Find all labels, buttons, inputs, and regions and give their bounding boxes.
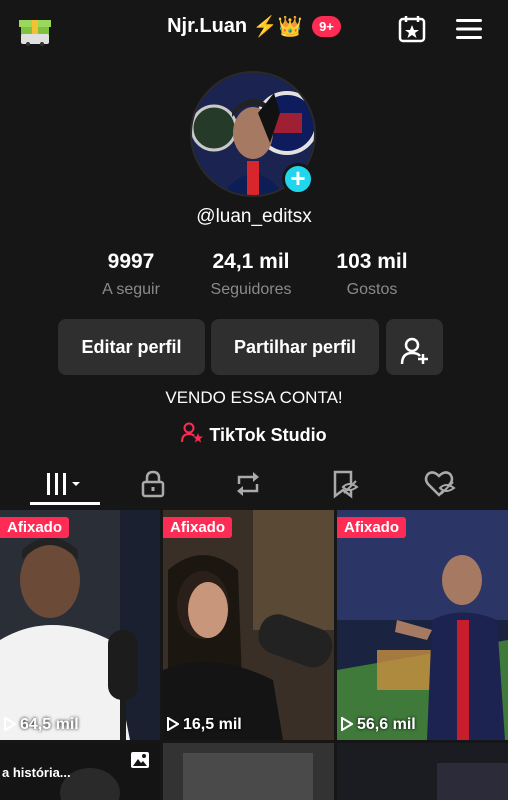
studio-person-icon bbox=[181, 422, 204, 443]
video-thumbnail-image bbox=[337, 743, 508, 800]
view-count-value: 16,5 mil bbox=[183, 716, 242, 733]
profile-avatar-container[interactable]: + bbox=[190, 71, 316, 197]
stat-followers-value: 24,1 mil bbox=[212, 250, 290, 273]
profile-title[interactable]: Njr.Luan ⚡👑 9+ bbox=[0, 14, 508, 39]
stat-likes[interactable]: 103 mil Gostos bbox=[326, 250, 418, 299]
stat-followers-label: Seguidores bbox=[210, 281, 292, 298]
tab-liked[interactable] bbox=[420, 468, 460, 500]
calendar-star-icon[interactable] bbox=[397, 14, 427, 44]
add-story-plus-button[interactable]: + bbox=[282, 163, 314, 195]
tab-favorites[interactable] bbox=[324, 468, 364, 500]
video-thumbnail[interactable] bbox=[337, 743, 508, 800]
video-caption: a história... bbox=[2, 765, 71, 780]
photo-icon bbox=[130, 751, 150, 774]
stat-following[interactable]: 9997 A seguir bbox=[90, 250, 172, 299]
stat-following-label: A seguir bbox=[102, 281, 160, 298]
view-count-value: 56,6 mil bbox=[357, 716, 416, 733]
lock-icon bbox=[141, 470, 165, 498]
view-count-value: 64,5 mil bbox=[20, 716, 79, 733]
view-count: 56,6 mil bbox=[341, 716, 416, 734]
edit-profile-button[interactable]: Editar perfil bbox=[58, 319, 205, 375]
heart-hidden-icon bbox=[424, 471, 456, 497]
bookmark-hidden-icon bbox=[333, 470, 359, 499]
profile-handle: @luan_editsx bbox=[196, 206, 312, 227]
video-grid: Afixado 64,5 mil Afixado 16,5 mil Afixad… bbox=[0, 510, 508, 800]
notification-badge[interactable]: 9+ bbox=[312, 16, 341, 37]
profile-tabs bbox=[0, 462, 508, 506]
stat-followers[interactable]: 24,1 mil Seguidores bbox=[200, 250, 302, 299]
video-thumbnail[interactable]: Afixado 56,6 mil bbox=[337, 510, 508, 740]
view-count: 64,5 mil bbox=[4, 716, 79, 734]
tiktok-studio-link[interactable]: TikTok Studio bbox=[0, 422, 508, 446]
video-thumbnail-image bbox=[337, 510, 508, 740]
tab-videos[interactable] bbox=[44, 468, 84, 500]
tab-private[interactable] bbox=[133, 468, 173, 500]
video-thumbnail-image bbox=[163, 743, 334, 800]
stat-likes-label: Gostos bbox=[346, 281, 398, 298]
video-thumbnail[interactable] bbox=[163, 743, 334, 800]
top-bar: Njr.Luan ⚡👑 9+ bbox=[0, 0, 508, 58]
play-icon bbox=[4, 716, 17, 732]
play-icon bbox=[341, 716, 354, 732]
tiktok-studio-label: TikTok Studio bbox=[209, 425, 327, 445]
repost-icon bbox=[237, 472, 259, 496]
pinned-badge: Afixado bbox=[337, 517, 407, 538]
video-thumbnail[interactable]: Afixado 64,5 mil bbox=[0, 510, 160, 740]
share-profile-button[interactable]: Partilhar perfil bbox=[211, 319, 379, 375]
tab-reposts[interactable] bbox=[228, 468, 268, 500]
title-emoji: ⚡👑 bbox=[252, 16, 303, 38]
add-friend-button[interactable] bbox=[386, 319, 443, 375]
add-user-icon bbox=[400, 332, 430, 388]
view-count: 16,5 mil bbox=[167, 716, 242, 734]
stat-following-value: 9997 bbox=[107, 250, 155, 273]
videos-grid-icon bbox=[47, 473, 80, 495]
stat-likes-value: 103 mil bbox=[336, 250, 408, 273]
menu-icon[interactable] bbox=[455, 16, 483, 42]
video-thumbnail[interactable]: Afixado 16,5 mil bbox=[163, 510, 334, 740]
video-thumbnail[interactable]: a história... bbox=[0, 743, 160, 800]
pinned-badge: Afixado bbox=[163, 517, 233, 538]
play-icon bbox=[167, 716, 180, 732]
video-thumbnail-image bbox=[0, 510, 160, 740]
username-label: Njr.Luan bbox=[167, 15, 248, 37]
active-tab-indicator bbox=[30, 502, 100, 505]
pinned-badge: Afixado bbox=[0, 517, 70, 538]
profile-stats: 9997 A seguir 24,1 mil Seguidores 103 mi… bbox=[0, 250, 508, 310]
video-thumbnail-image bbox=[163, 510, 334, 740]
profile-bio: VENDO ESSA CONTA! bbox=[165, 388, 343, 407]
